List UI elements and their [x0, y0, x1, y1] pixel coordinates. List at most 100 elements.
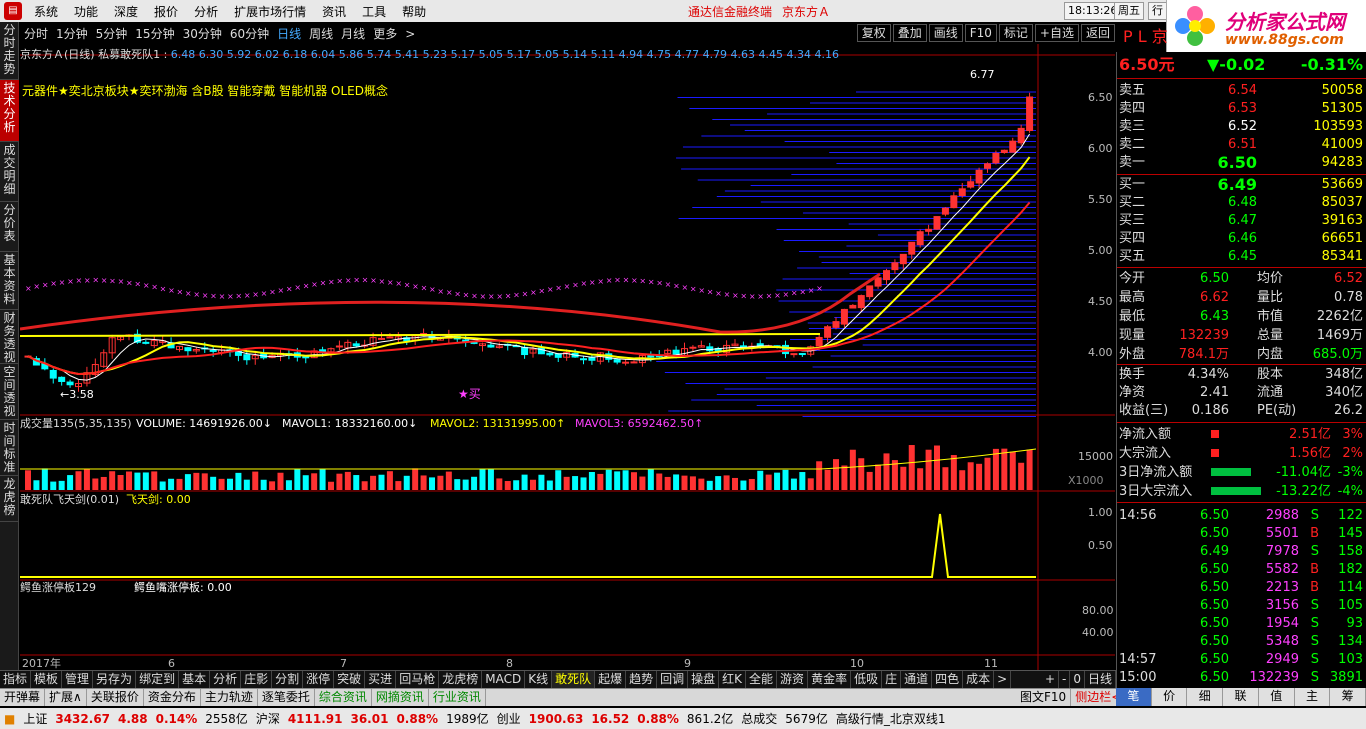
bottom-toolbar-tab[interactable]: 扩展∧ [45, 689, 87, 706]
indicator-tab[interactable]: 另存为 [93, 671, 137, 688]
bottom-toolbar-tab[interactable]: 行业资讯 [429, 689, 486, 706]
period-minute[interactable]: 分时 [20, 25, 52, 42]
menu-analysis[interactable]: 分析 [186, 3, 226, 20]
menu-help[interactable]: 帮助 [394, 3, 434, 20]
sar-mark: × [707, 288, 714, 297]
status-text: 5679亿 [785, 712, 828, 726]
indicator-tab[interactable]: 涨停 [303, 671, 335, 688]
period-30m[interactable]: 30分钟 [179, 25, 226, 42]
indicator-tab[interactable]: 游资 [777, 671, 809, 688]
indicator-tab[interactable]: 基本 [179, 671, 211, 688]
zoom-button[interactable]: 0 [1070, 671, 1085, 688]
menu-news[interactable]: 资讯 [314, 3, 354, 20]
app-logo-icon[interactable]: ▤ [4, 2, 22, 20]
period-more[interactable]: 更多 [369, 25, 401, 42]
tab-dragon-tiger[interactable]: 龙虎榜 [0, 476, 19, 522]
period-60m[interactable]: 60分钟 [226, 25, 273, 42]
back-button[interactable]: 返回 [1080, 24, 1115, 42]
indicator-tab[interactable]: 操盘 [688, 671, 720, 688]
tab-minute-chart[interactable]: 分时走势 [0, 22, 19, 80]
bottom-toolbar-tab[interactable]: 开弹幕 [0, 689, 46, 706]
menu-function[interactable]: 功能 [66, 3, 106, 20]
right-panel-tab[interactable]: 细 [1187, 688, 1224, 706]
indicator-tab[interactable]: 通道 [901, 671, 933, 688]
right-panel-tab[interactable]: 筹 [1330, 688, 1366, 706]
indicator-tab[interactable]: 绑定到 [136, 671, 180, 688]
indicator-tab[interactable]: 敢死队 [552, 671, 596, 688]
candle-body [739, 345, 747, 348]
bottom-toolbar-tab[interactable]: 综合资讯 [315, 689, 372, 706]
index-value: 3432.67 [55, 711, 111, 726]
right-panel-tab[interactable]: 联 [1223, 688, 1259, 706]
indicator-tab[interactable]: 低吸 [851, 671, 883, 688]
zoom-button[interactable]: 日线 [1085, 671, 1116, 688]
f10-button[interactable]: F10 [964, 24, 997, 42]
bottom-toolbar-tab[interactable]: 网摘资讯 [372, 689, 429, 706]
indicator-tab[interactable]: K线 [525, 671, 553, 688]
add-watchlist-button[interactable]: +自选 [1034, 24, 1079, 42]
tab-finance[interactable]: 财务透视 [0, 310, 19, 364]
period-1m[interactable]: 1分钟 [52, 25, 92, 42]
indicator-tab[interactable]: 庄影 [241, 671, 273, 688]
period-daily[interactable]: 日线 [273, 25, 305, 42]
period-5m[interactable]: 5分钟 [92, 25, 132, 42]
mark-button[interactable]: 标记 [998, 24, 1033, 42]
draw-button[interactable]: 画线 [928, 24, 963, 42]
indicator-tab[interactable]: 起爆 [595, 671, 627, 688]
zoom-button[interactable]: + [1042, 671, 1059, 688]
sar-mark: × [488, 292, 495, 301]
chevron-right-icon[interactable]: > [401, 27, 419, 41]
tab-technical[interactable]: 技术分析 [0, 80, 19, 142]
menu-quote[interactable]: 报价 [146, 3, 186, 20]
indicator-tab[interactable]: 成本 [963, 671, 995, 688]
indicator-tab[interactable]: 回调 [657, 671, 689, 688]
bottom-toolbar-tab[interactable]: 主力轨迹 [201, 689, 258, 706]
right-panel-tab[interactable]: 值 [1258, 688, 1295, 706]
period-monthly[interactable]: 月线 [337, 25, 369, 42]
quote-button[interactable]: 行 [1148, 2, 1167, 20]
chart-header: 京东方Ａ(日线) 私募敢死队1 : 6.48 6.30 5.92 6.02 6.… [20, 48, 840, 61]
overlay-button[interactable]: 叠加 [892, 24, 927, 42]
bottom-toolbar-tab[interactable]: 逐笔委托 [258, 689, 315, 706]
bottom-toolbar-button[interactable]: 图文F10 [1016, 689, 1072, 706]
right-panel-tab[interactable]: 价 [1151, 688, 1188, 706]
tab-time[interactable]: 时间标准 [0, 420, 19, 476]
indicator-tab[interactable]: 指标 [0, 671, 32, 688]
tab-trade-detail[interactable]: 成交明细 [0, 142, 19, 202]
menu-depth[interactable]: 深度 [106, 3, 146, 20]
bottom-toolbar-tab[interactable]: 关联报价 [87, 689, 144, 706]
indicator-tab[interactable]: 突破 [334, 671, 366, 688]
menu-system[interactable]: 系统 [26, 3, 66, 20]
period-15m[interactable]: 15分钟 [131, 25, 178, 42]
tab-space[interactable]: 空间透视 [0, 364, 19, 420]
adjust-button[interactable]: 复权 [856, 24, 891, 42]
menu-tools[interactable]: 工具 [354, 3, 394, 20]
kline-chart[interactable]: × × × × × × × × × × × × × × × × × × × × × × × × × × × × × × × × × × × × × × × ×… [20, 44, 1115, 670]
indicator-tab[interactable]: > [994, 671, 1012, 688]
menu-extended-market[interactable]: 扩展市场行情 [226, 3, 314, 20]
zoom-button[interactable]: - [1059, 671, 1071, 688]
indicator-tab[interactable]: 庄 [882, 671, 902, 688]
indicator-tab[interactable]: 分析 [210, 671, 242, 688]
tab-profile[interactable]: 基本资料 [0, 252, 19, 310]
sar-mark: × [757, 292, 764, 301]
right-panel-tab[interactable]: 笔 [1116, 688, 1152, 706]
indicator-tab[interactable]: 分割 [272, 671, 304, 688]
indicator-tab[interactable]: 管理 [62, 671, 94, 688]
stat-row: 最低 6.43 市值 2262亿 [1117, 308, 1366, 326]
indicator-tab[interactable]: 红K [719, 671, 747, 688]
indicator-tab[interactable]: 四色 [932, 671, 964, 688]
indicator-tab[interactable]: 趋势 [626, 671, 658, 688]
indicator-tab[interactable]: 回马枪 [396, 671, 440, 688]
indicator-tab[interactable]: MACD [482, 671, 526, 688]
indicator-tab[interactable]: 模板 [31, 671, 63, 688]
indicator-tab[interactable]: 全能 [746, 671, 778, 688]
right-panel-tab[interactable]: 主 [1294, 688, 1331, 706]
indicator-tab[interactable]: 买进 [365, 671, 397, 688]
tab-price-table[interactable]: 分价表 [0, 202, 19, 252]
index-value: 16.52 [591, 711, 630, 726]
bottom-toolbar-tab[interactable]: 资金分布 [144, 689, 201, 706]
period-weekly[interactable]: 周线 [305, 25, 337, 42]
indicator-tab[interactable]: 龙虎榜 [439, 671, 483, 688]
indicator-tab[interactable]: 黄金率 [808, 671, 852, 688]
